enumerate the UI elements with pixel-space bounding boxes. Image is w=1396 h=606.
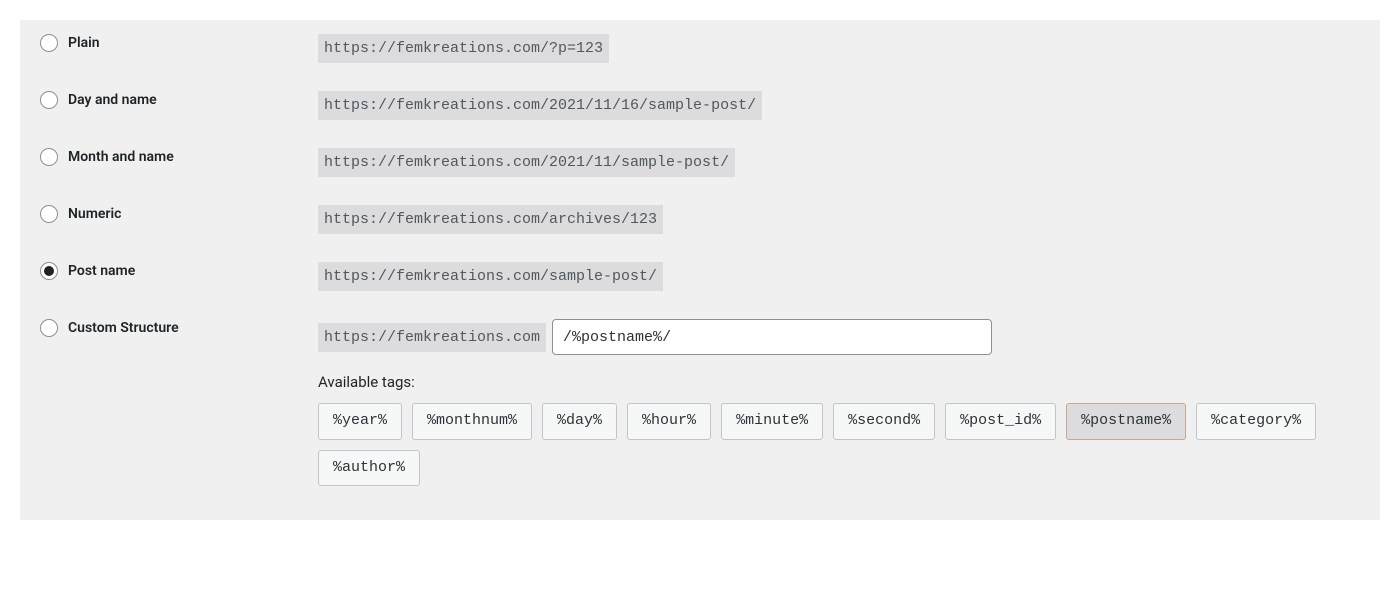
option-custom-left[interactable]: Custom Structure — [40, 319, 318, 337]
option-month-name-left[interactable]: Month and name — [40, 148, 318, 166]
example-post-name: https://femkreations.com/sample-post/ — [318, 262, 663, 291]
custom-base-url: https://femkreations.com — [318, 323, 546, 352]
tag-hour[interactable]: %hour% — [627, 403, 711, 440]
option-month-name-label: Month and name — [68, 149, 174, 165]
option-month-name-row: Month and name https://femkreations.com/… — [30, 134, 1370, 191]
option-plain-row: Plain https://femkreations.com/?p=123 — [30, 20, 1370, 77]
example-day-name: https://femkreations.com/2021/11/16/samp… — [318, 91, 762, 120]
custom-input-row: https://femkreations.com — [318, 319, 992, 355]
option-custom-label: Custom Structure — [68, 320, 179, 336]
tag-category[interactable]: %category% — [1196, 403, 1316, 440]
tag-day[interactable]: %day% — [542, 403, 617, 440]
option-numeric-label: Numeric — [68, 206, 121, 222]
option-plain-label: Plain — [68, 35, 100, 51]
example-month-name: https://femkreations.com/2021/11/sample-… — [318, 148, 735, 177]
option-post-name-label: Post name — [68, 263, 135, 279]
radio-custom[interactable] — [40, 319, 58, 337]
tag-postname[interactable]: %postname% — [1066, 403, 1186, 440]
option-post-name-row: Post name https://femkreations.com/sampl… — [30, 248, 1370, 305]
radio-numeric[interactable] — [40, 205, 58, 223]
radio-month-name[interactable] — [40, 148, 58, 166]
option-plain-left[interactable]: Plain — [40, 34, 318, 52]
option-post-name-left[interactable]: Post name — [40, 262, 318, 280]
tag-post-id[interactable]: %post_id% — [945, 403, 1056, 440]
option-numeric-row: Numeric https://femkreations.com/archive… — [30, 191, 1370, 248]
option-day-name-label: Day and name — [68, 92, 157, 108]
option-numeric-right: https://femkreations.com/archives/123 — [318, 205, 1360, 234]
example-numeric: https://femkreations.com/archives/123 — [318, 205, 663, 234]
tag-year[interactable]: %year% — [318, 403, 402, 440]
option-custom-row: Custom Structure https://femkreations.co… — [30, 305, 1370, 500]
radio-day-name[interactable] — [40, 91, 58, 109]
tag-monthnum[interactable]: %monthnum% — [412, 403, 532, 440]
radio-post-name[interactable] — [40, 262, 58, 280]
tag-minute[interactable]: %minute% — [721, 403, 823, 440]
option-plain-right: https://femkreations.com/?p=123 — [318, 34, 1360, 63]
option-day-name-row: Day and name https://femkreations.com/20… — [30, 77, 1370, 134]
option-numeric-left[interactable]: Numeric — [40, 205, 318, 223]
example-plain: https://femkreations.com/?p=123 — [318, 34, 609, 63]
tags-container: %year% %monthnum% %day% %hour% %minute% … — [318, 403, 1360, 486]
tag-author[interactable]: %author% — [318, 450, 420, 487]
option-post-name-right: https://femkreations.com/sample-post/ — [318, 262, 1360, 291]
option-day-name-left[interactable]: Day and name — [40, 91, 318, 109]
permalink-settings-table: Plain https://femkreations.com/?p=123 Da… — [20, 20, 1380, 520]
option-custom-right: https://femkreations.com Available tags:… — [318, 319, 1360, 486]
available-tags-label: Available tags: — [318, 373, 415, 391]
radio-plain[interactable] — [40, 34, 58, 52]
option-month-name-right: https://femkreations.com/2021/11/sample-… — [318, 148, 1360, 177]
option-day-name-right: https://femkreations.com/2021/11/16/samp… — [318, 91, 1360, 120]
custom-structure-input[interactable] — [552, 319, 992, 355]
tag-second[interactable]: %second% — [833, 403, 935, 440]
